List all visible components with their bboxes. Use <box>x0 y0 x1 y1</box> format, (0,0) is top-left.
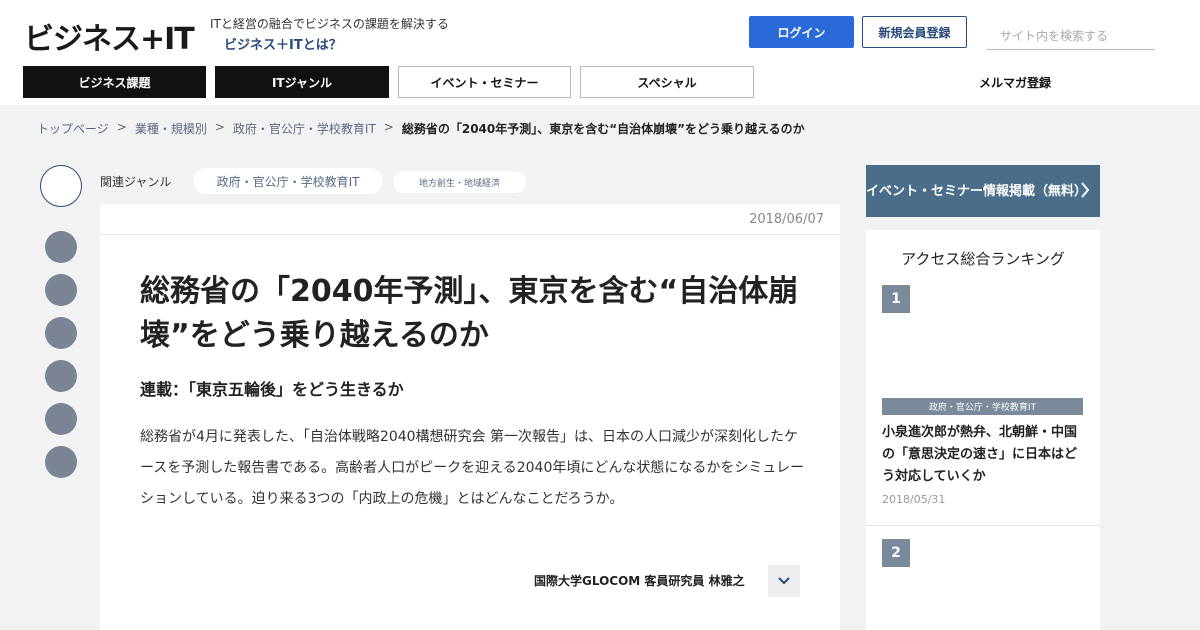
article-divider <box>100 234 840 235</box>
nav-business-issues[interactable]: ビジネス課題 <box>23 66 206 98</box>
register-button[interactable]: 新規会員登録 <box>862 16 967 48</box>
rank-1-date: 2018/05/31 <box>882 493 946 506</box>
article-card: 2018/06/07 総務省の「2040年予測」、東京を含む“自治体崩壊”をどう… <box>100 204 840 630</box>
breadcrumb-item-top[interactable]: トップページ <box>37 120 109 137</box>
breadcrumb-separator: > <box>116 120 127 134</box>
related-genre-label: 関連ジャンル <box>100 175 172 189</box>
breadcrumb-item-industry[interactable]: 業種・規模別 <box>135 120 207 137</box>
chevron-right-icon <box>1081 182 1090 198</box>
site-tagline: ITと経営の融合でビジネスの課題を解決する <box>210 17 449 31</box>
rank-badge-1: 1 <box>882 285 910 313</box>
share-button-3[interactable] <box>45 317 77 349</box>
nav-it-genre[interactable]: ITジャンル <box>215 66 389 98</box>
share-button-6[interactable] <box>45 446 77 478</box>
about-link[interactable]: ビジネス＋ITとは？ <box>224 34 342 53</box>
access-ranking-panel: アクセス総合ランキング 1 政府・官公庁・学校教育IT 小泉進次郎が熱弁、北朝鮮… <box>866 230 1100 630</box>
event-banner-label: イベント・セミナー情報掲載（無料） <box>866 183 1088 199</box>
nav-events-seminars[interactable]: イベント・セミナー <box>398 66 571 98</box>
share-button-4[interactable] <box>45 360 77 392</box>
event-listing-banner[interactable]: イベント・セミナー情報掲載（無料） <box>866 165 1100 217</box>
share-button-1[interactable] <box>45 231 77 263</box>
rank-badge-2: 2 <box>882 539 910 567</box>
genre-tag-government-it[interactable]: 政府・官公庁・学校教育IT <box>193 168 383 194</box>
ranking-title: アクセス総合ランキング <box>901 250 1065 268</box>
author-expand-button[interactable] <box>768 565 800 597</box>
breadcrumb: トップページ > 業種・規模別 > 政府・官公庁・学校教育IT > 総務省の「2… <box>37 120 805 137</box>
login-button[interactable]: ログイン <box>749 16 854 48</box>
article-lead: 総務省が4月に発表した、「自治体戦略2040構想研究会 第一次報告」は、日本の人… <box>140 429 805 507</box>
genre-tag-regional-economy[interactable]: 地方創生・地域経済 <box>393 171 526 193</box>
bookmark-circle-button[interactable] <box>40 165 82 207</box>
article-series[interactable]: 連載：「東京五輪後」をどう生きるか <box>140 376 404 400</box>
breadcrumb-separator: > <box>383 120 394 134</box>
chevron-down-icon <box>778 577 790 585</box>
share-button-5[interactable] <box>45 403 77 435</box>
article-author: 国際大学GLOCOM 客員研究員 林雅之 <box>534 574 745 588</box>
nav-newsletter-signup[interactable]: メルマガ登録 <box>960 66 1070 98</box>
search-input[interactable] <box>986 22 1155 50</box>
rank-1-category[interactable]: 政府・官公庁・学校教育IT <box>882 398 1083 415</box>
nav-special[interactable]: スペシャル <box>580 66 754 98</box>
site-logo[interactable]: ビジネス+IT <box>24 14 195 58</box>
ranking-divider <box>866 525 1100 526</box>
share-button-2[interactable] <box>45 274 77 306</box>
rank-1-title[interactable]: 小泉進次郎が熱弁、北朝鮮・中国の「意思決定の速さ」に日本はどう対応していくか <box>882 422 1087 488</box>
breadcrumb-current: 総務省の「2040年予測」、東京を含む“自治体崩壊”をどう乗り越えるのか <box>401 122 805 136</box>
article-date: 2018/06/07 <box>749 212 824 227</box>
article-title: 総務省の「2040年予測」、東京を含む“自治体崩壊”をどう乗り越えるのか <box>140 274 799 353</box>
site-header: ビジネス+IT ITと経営の融合でビジネスの課題を解決する ビジネス＋ITとは？… <box>0 0 1200 105</box>
breadcrumb-separator: > <box>214 120 225 134</box>
breadcrumb-item-government[interactable]: 政府・官公庁・学校教育IT <box>233 120 376 137</box>
